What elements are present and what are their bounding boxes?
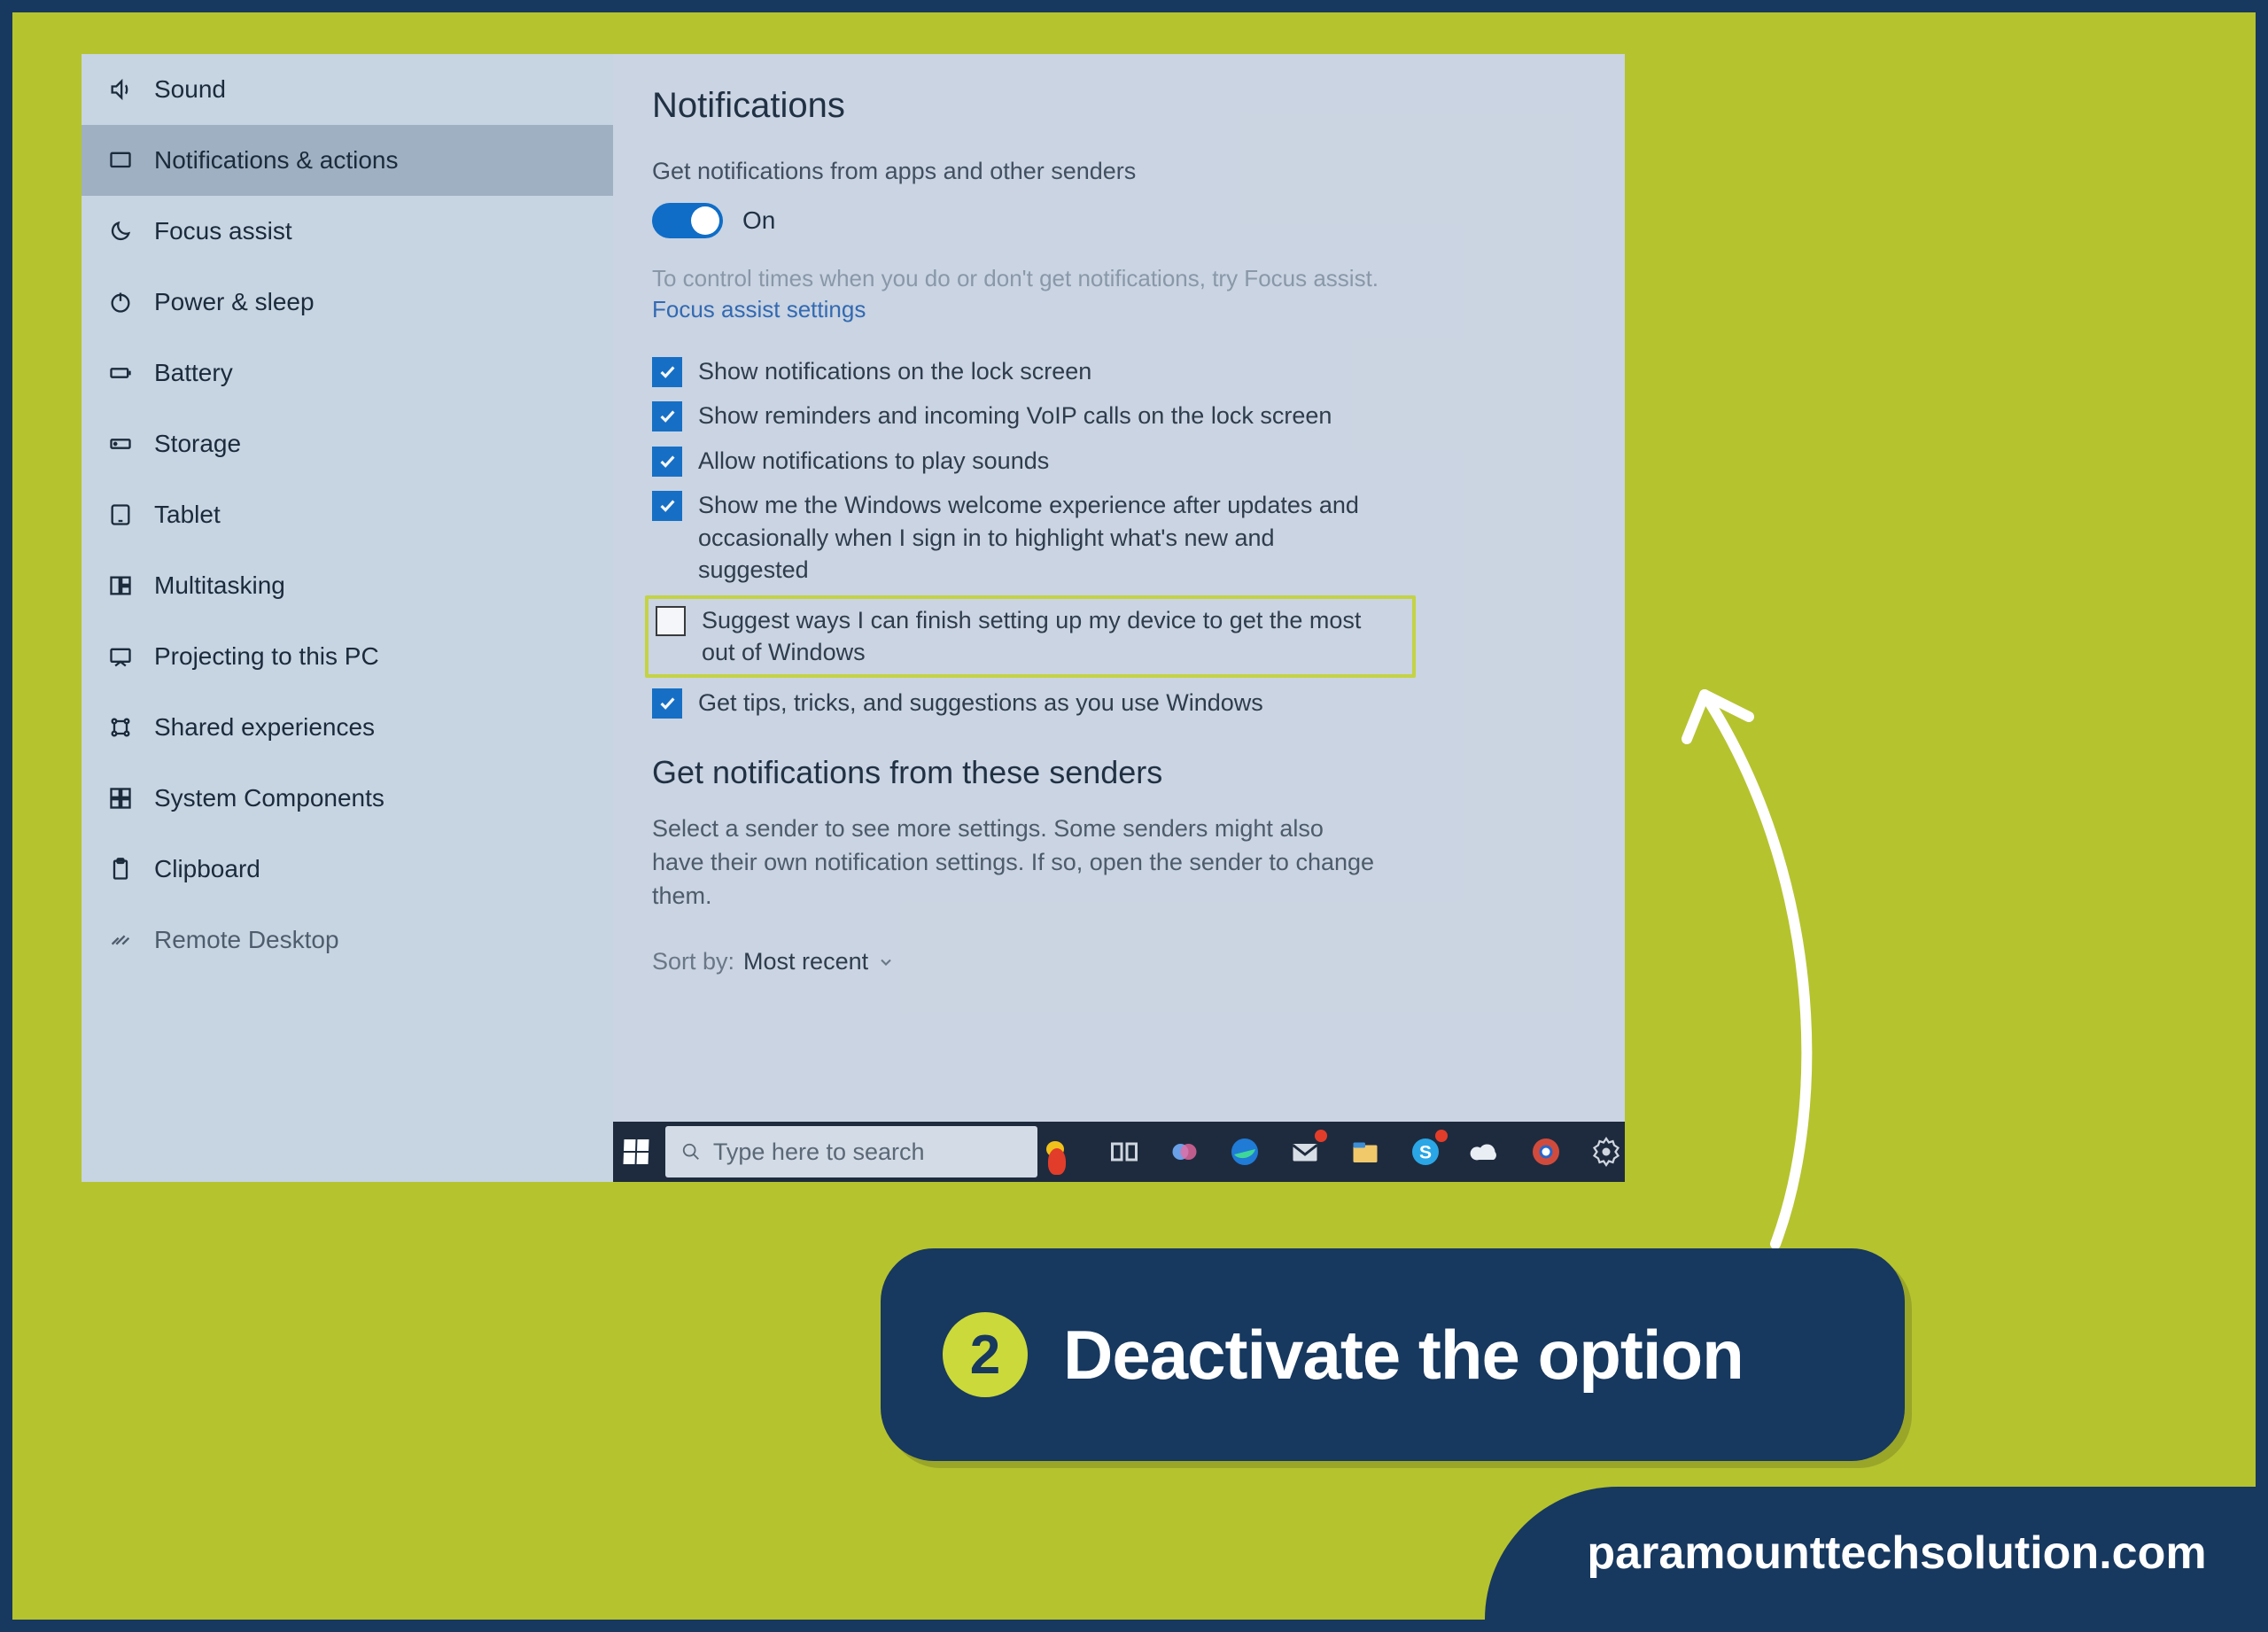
sidebar-item-power[interactable]: Power & sleep	[82, 267, 613, 338]
check-row[interactable]: Show notifications on the lock screen	[652, 355, 1387, 387]
clipboard-icon	[106, 855, 135, 883]
check-label: Get tips, tricks, and suggestions as you…	[698, 687, 1263, 719]
taskbar: Type here to search S	[613, 1122, 1625, 1182]
checkbox-checked-icon[interactable]	[652, 491, 682, 521]
nav-label: Sound	[154, 75, 226, 104]
sidebar-item-components[interactable]: System Components	[82, 763, 613, 834]
edge-icon[interactable]	[1226, 1133, 1263, 1170]
task-view-icon[interactable]	[1106, 1133, 1143, 1170]
arrow-annotation	[1660, 641, 1837, 1262]
check-row[interactable]: Get tips, tricks, and suggestions as you…	[652, 687, 1387, 719]
sidebar-item-remote[interactable]: Remote Desktop	[82, 905, 613, 975]
nav-label: Battery	[154, 359, 233, 387]
settings-icon[interactable]	[1588, 1133, 1625, 1170]
check-label: Show reminders and incoming VoIP calls o…	[698, 400, 1332, 431]
sidebar: Sound Notifications & actions Focus assi…	[82, 54, 613, 1182]
watermark-text: paramounttechsolution.com	[1587, 1527, 2206, 1580]
check-label: Show me the Windows welcome experience a…	[698, 489, 1387, 586]
check-label: Suggest ways I can finish setting up my …	[702, 604, 1391, 669]
sidebar-item-tablet[interactable]: Tablet	[82, 479, 613, 550]
callout-text: Deactivate the option	[1063, 1315, 1744, 1395]
main-pane: Notifications Get notifications from app…	[613, 54, 1625, 1182]
search-icon	[681, 1142, 701, 1162]
projecting-icon	[106, 642, 135, 671]
copilot-icon[interactable]	[1166, 1133, 1203, 1170]
focus-assist-hint: To control times when you do or don't ge…	[652, 265, 1586, 292]
sidebar-item-clipboard[interactable]: Clipboard	[82, 834, 613, 905]
sort-label: Sort by:	[652, 948, 734, 975]
sidebar-item-battery[interactable]: Battery	[82, 338, 613, 408]
chrome-icon[interactable]	[1527, 1133, 1565, 1170]
skype-icon[interactable]: S	[1407, 1133, 1444, 1170]
nav-label: System Components	[154, 784, 384, 812]
sidebar-item-multitasking[interactable]: Multitasking	[82, 550, 613, 621]
checkbox-unchecked-icon[interactable]	[656, 606, 686, 636]
sidebar-item-focus-assist[interactable]: Focus assist	[82, 196, 613, 267]
remote-icon	[106, 926, 135, 954]
windows-icon	[624, 1139, 649, 1164]
step-badge: 2	[943, 1312, 1028, 1397]
checkbox-checked-icon[interactable]	[652, 357, 682, 387]
power-icon	[106, 288, 135, 316]
sidebar-item-shared[interactable]: Shared experiences	[82, 692, 613, 763]
notifications-icon	[106, 146, 135, 175]
nav-label: Shared experiences	[154, 713, 375, 742]
sidebar-item-storage[interactable]: Storage	[82, 408, 613, 479]
cloud-icon[interactable]	[1467, 1133, 1504, 1170]
sort-value: Most recent	[743, 948, 868, 975]
watermark: paramounttechsolution.com	[1485, 1487, 2256, 1620]
nav-label: Notifications & actions	[154, 146, 398, 175]
chevron-down-icon	[877, 953, 895, 971]
battery-icon	[106, 359, 135, 387]
highlighted-option: Suggest ways I can finish setting up my …	[645, 595, 1416, 678]
section-senders-title: Get notifications from these senders	[652, 754, 1586, 791]
moon-icon	[106, 217, 135, 245]
check-row[interactable]: Show me the Windows welcome experience a…	[652, 489, 1387, 586]
nav-label: Focus assist	[154, 217, 292, 245]
nav-label: Multitasking	[154, 571, 285, 600]
shared-icon	[106, 713, 135, 742]
nav-label: Storage	[154, 430, 241, 458]
nav-label: Tablet	[154, 501, 221, 529]
sound-icon	[106, 75, 135, 104]
taskbar-icons: S	[1083, 1133, 1625, 1170]
sidebar-item-sound[interactable]: Sound	[82, 54, 613, 125]
section-senders-desc: Select a sender to see more settings. So…	[652, 812, 1379, 913]
checkbox-checked-icon[interactable]	[652, 447, 682, 477]
multitasking-icon	[106, 571, 135, 600]
sidebar-item-notifications[interactable]: Notifications & actions	[82, 125, 613, 196]
check-row[interactable]: Show reminders and incoming VoIP calls o…	[652, 400, 1387, 431]
search-box[interactable]: Type here to search	[665, 1126, 1037, 1177]
notifications-toggle[interactable]	[652, 203, 723, 238]
nav-label: Projecting to this PC	[154, 642, 379, 671]
toggle-state-label: On	[742, 206, 775, 235]
nav-label: Power & sleep	[154, 288, 315, 316]
sidebar-item-projecting[interactable]: Projecting to this PC	[82, 621, 613, 692]
search-placeholder: Type here to search	[713, 1139, 925, 1166]
callout-banner: 2 Deactivate the option	[881, 1248, 1905, 1461]
explorer-icon[interactable]	[1347, 1133, 1384, 1170]
check-label: Show notifications on the lock screen	[698, 355, 1091, 387]
check-row[interactable]: Allow notifications to play sounds	[652, 445, 1387, 477]
components-icon	[106, 784, 135, 812]
focus-assist-link[interactable]: Focus assist settings	[652, 296, 1586, 323]
parrot-icon	[1043, 1139, 1070, 1182]
mail-icon[interactable]	[1286, 1133, 1324, 1170]
svg-text:S: S	[1419, 1143, 1432, 1163]
check-row[interactable]: Suggest ways I can finish setting up my …	[656, 604, 1391, 669]
storage-icon	[106, 430, 135, 458]
setting-label: Get notifications from apps and other se…	[652, 158, 1586, 185]
tablet-icon	[106, 501, 135, 529]
nav-label: Clipboard	[154, 855, 260, 883]
settings-window: Sound Notifications & actions Focus assi…	[82, 54, 1625, 1182]
check-label: Allow notifications to play sounds	[698, 445, 1049, 477]
sort-row[interactable]: Sort by: Most recent	[652, 948, 1586, 975]
checkbox-checked-icon[interactable]	[652, 401, 682, 431]
nav-label: Remote Desktop	[154, 926, 339, 954]
checkbox-checked-icon[interactable]	[652, 688, 682, 719]
page-title: Notifications	[652, 86, 1586, 126]
start-button[interactable]	[613, 1122, 660, 1182]
checklist: Show notifications on the lock screen Sh…	[652, 355, 1586, 719]
